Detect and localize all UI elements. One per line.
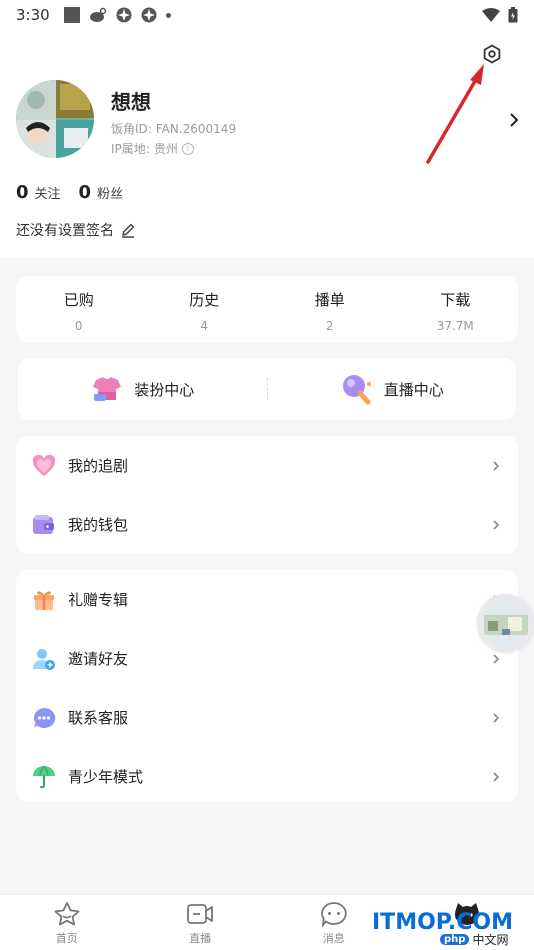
gift-icon — [32, 588, 56, 612]
signature[interactable]: 还没有设置签名 — [16, 220, 136, 240]
chevron-right-icon — [493, 519, 500, 530]
ip-label: IP属地: — [111, 142, 150, 156]
menu-item-contact-service[interactable]: 联系客服 — [16, 688, 518, 747]
chevron-right-icon — [493, 460, 500, 471]
profile-header: 想想 饭角ID: FAN.2600149 IP属地: 贵州 i 0 关注 0 粉… — [0, 30, 534, 258]
status-bar: 3:30 — [0, 0, 534, 30]
menu-item-label: 青少年模式 — [68, 768, 144, 786]
home-star-icon — [54, 902, 80, 926]
status-time: 3:30 — [16, 6, 50, 24]
live-center-button[interactable]: 直播中心 — [268, 373, 517, 405]
settings-button[interactable] — [480, 42, 504, 66]
fans-count[interactable]: 0 — [79, 182, 92, 203]
menu-group-secondary: 礼赠专辑 邀请好友 联系客服 青少年模式 — [16, 570, 518, 802]
info-icon[interactable]: i — [181, 142, 194, 155]
stat-label: 播单 — [314, 291, 345, 309]
stat-value: 0 — [74, 319, 83, 333]
edit-pencil-icon — [122, 223, 135, 238]
chevron-right-icon — [510, 113, 519, 127]
heart-icon — [32, 454, 56, 478]
live-center-label: 直播中心 — [383, 380, 444, 399]
wallet-icon — [32, 513, 56, 537]
tab-home[interactable]: 首页 — [0, 895, 134, 950]
settings-gear-icon — [483, 44, 501, 64]
stat-playlist[interactable]: 播单 2 — [267, 276, 393, 342]
status-notification-icons — [63, 7, 171, 23]
umbrella-icon — [32, 765, 56, 789]
message-icon — [320, 902, 347, 927]
fans-label[interactable]: 粉丝 — [97, 183, 123, 202]
tab-label: 首页 — [55, 932, 78, 945]
profile-detail-arrow[interactable] — [504, 110, 524, 130]
tab-live[interactable]: 直播 — [134, 895, 268, 950]
menu-item-label: 礼赠专辑 — [68, 591, 129, 609]
chevron-right-icon — [493, 653, 500, 664]
menu-item-label: 邀请好友 — [68, 650, 129, 668]
dot-icon — [165, 12, 171, 18]
ip-value: 贵州 — [153, 142, 178, 156]
stat-value: 4 — [200, 319, 209, 333]
chat-service-icon — [32, 706, 56, 730]
stat-value: 2 — [325, 319, 334, 333]
live-mic-icon — [342, 375, 371, 405]
floating-player-ball[interactable] — [477, 594, 534, 652]
menu-item-label: 联系客服 — [68, 709, 129, 727]
stop-square-icon — [63, 7, 80, 23]
user-id: 饭角ID: FAN.2600149 — [111, 120, 236, 137]
dress-up-icon — [93, 377, 122, 401]
menu-item-label: 我的钱包 — [68, 516, 129, 534]
ip-location: IP属地: 贵州 i — [111, 140, 194, 157]
stat-purchased[interactable]: 已购 0 — [16, 276, 142, 342]
following-label[interactable]: 关注 — [35, 183, 61, 202]
floating-player-cover — [481, 599, 530, 647]
menu-item-label: 我的追剧 — [68, 457, 129, 475]
stat-download[interactable]: 下载 37.7M — [393, 276, 519, 342]
user-id-value: FAN.2600149 — [155, 121, 237, 136]
menu-item-my-wallet[interactable]: 我的钱包 — [16, 495, 518, 554]
center-card: 装扮中心 直播中心 — [18, 358, 516, 420]
battery-icon — [508, 7, 518, 23]
pinwheel-icon — [141, 7, 157, 23]
watermark-badge: php — [440, 934, 470, 945]
chevron-right-icon — [493, 712, 500, 723]
follow-stats: 0 关注 0 粉丝 — [16, 182, 135, 203]
avatar[interactable] — [16, 80, 94, 158]
watermark-sub: php 中文网 — [440, 931, 508, 948]
watermark-site: 中文网 — [472, 933, 509, 947]
menu-group-primary: 我的追剧 我的钱包 — [16, 436, 518, 554]
dress-up-center-label: 装扮中心 — [134, 380, 195, 399]
following-count[interactable]: 0 — [16, 182, 29, 203]
tab-label: 直播 — [189, 932, 212, 945]
nickname: 想想 — [111, 90, 151, 114]
menu-item-my-dramas[interactable]: 我的追剧 — [16, 436, 518, 495]
menu-item-teen-mode[interactable]: 青少年模式 — [16, 747, 518, 806]
signature-text: 还没有设置签名 — [16, 223, 114, 239]
tab-label: 消息 — [322, 932, 345, 945]
stat-value: 37.7M — [436, 319, 474, 333]
chevron-right-icon — [493, 771, 500, 782]
avatar-image — [16, 80, 94, 158]
wifi-icon — [482, 8, 500, 22]
stats-card: 已购 0 历史 4 播单 2 下载 37.7M — [16, 276, 518, 342]
stat-label: 历史 — [189, 291, 220, 309]
menu-item-gift-album[interactable]: 礼赠专辑 — [16, 570, 518, 629]
live-video-icon — [187, 904, 214, 924]
watermark-brand: ITMOP — [372, 910, 448, 935]
stat-label: 下载 — [440, 291, 471, 309]
menu-item-invite-friends[interactable]: 邀请好友 — [16, 629, 518, 688]
stat-label: 已购 — [63, 291, 94, 309]
weibo-icon — [89, 7, 106, 22]
pinwheel-icon — [116, 7, 132, 23]
stat-history[interactable]: 历史 4 — [142, 276, 268, 342]
invite-user-icon — [32, 647, 56, 671]
user-id-label: 饭角ID: — [111, 122, 152, 136]
dress-up-center-button[interactable]: 装扮中心 — [18, 374, 267, 404]
